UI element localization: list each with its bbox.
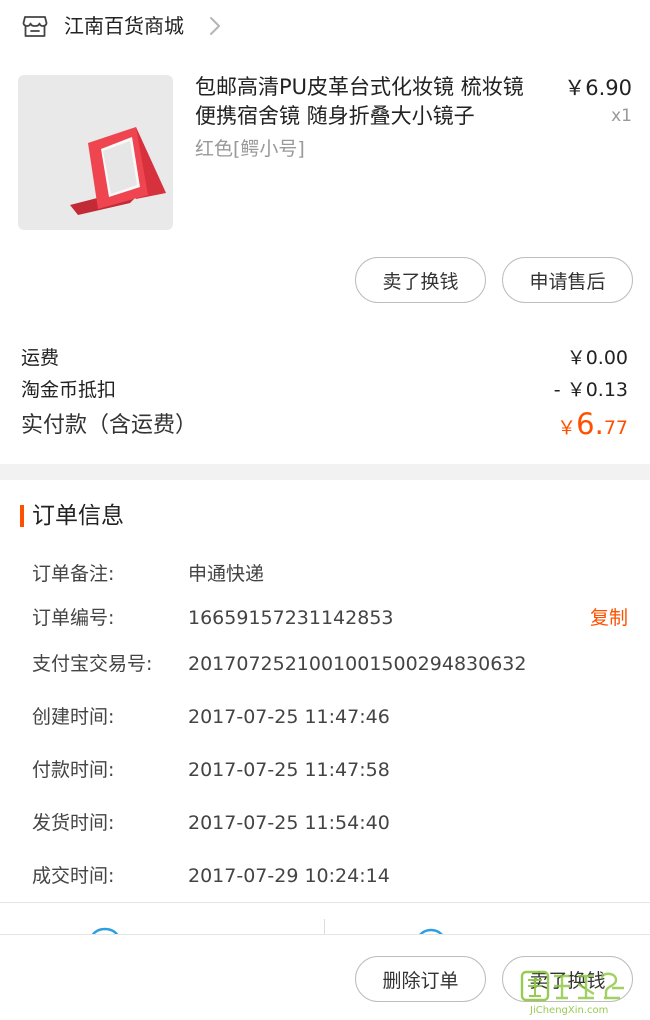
sell-for-cash-button[interactable]: 卖了换钱 — [355, 257, 486, 303]
product-sku: 红色[鳄小号] — [195, 138, 305, 160]
completed-time-value: 2017-07-29 10:24:14 — [188, 865, 390, 887]
store-header[interactable]: 江南百货商城 — [0, 0, 650, 52]
mirror-image — [70, 127, 166, 215]
chevron-right-icon[interactable] — [208, 15, 222, 37]
order-note-label: 订单备注: — [32, 563, 115, 585]
amount-paid-currency: ￥ — [557, 417, 577, 439]
shipping-label: 运费 — [21, 347, 60, 369]
alipay-trade-no-label: 支付宝交易号: — [32, 653, 153, 675]
created-time-label: 创建时间: — [32, 706, 115, 728]
site-watermark-logo: JiChengXin.com — [520, 970, 624, 1016]
payment-time-label: 付款时间: — [32, 759, 115, 781]
product-quantity: x1 — [611, 106, 632, 126]
product-price: ￥6.90 — [564, 76, 632, 100]
created-time-value: 2017-07-25 11:47:46 — [188, 706, 390, 728]
completed-time-label: 成交时间: — [32, 865, 115, 887]
section-divider — [0, 464, 650, 480]
contact-row[interactable] — [0, 903, 650, 935]
coin-deduction-value: - ￥0.13 — [553, 379, 628, 401]
divider — [324, 919, 325, 935]
shipped-time-label: 发货时间: — [32, 812, 115, 834]
store-icon — [22, 16, 48, 37]
coin-deduction-label: 淘金币抵扣 — [21, 379, 117, 401]
amount-paid-integer: 6. — [576, 407, 604, 441]
shipping-value: ￥0.00 — [566, 347, 628, 369]
payment-time-value: 2017-07-25 11:47:58 — [188, 759, 390, 781]
order-note-value: 申通快递 — [188, 563, 265, 585]
store-name[interactable]: 江南百货商城 — [64, 12, 184, 40]
order-number-label: 订单编号: — [32, 607, 115, 629]
shipped-time-value: 2017-07-25 11:54:40 — [188, 812, 390, 834]
amount-paid-value: ￥6.77 — [557, 406, 628, 447]
section-accent-bar — [20, 505, 24, 527]
svg-text:JiChengXin.com: JiChengXin.com — [529, 1005, 608, 1016]
product-image[interactable] — [18, 75, 173, 230]
request-aftersale-button[interactable]: 申请售后 — [502, 257, 633, 303]
delete-order-button[interactable]: 删除订单 — [355, 956, 486, 1002]
product-title[interactable]: 包邮高清PU皮革台式化妆镜 梳妆镜便携宿舍镜 随身折叠大小镜子 — [195, 73, 540, 131]
amount-paid-label: 实付款（含运费） — [21, 413, 198, 438]
order-number-value: 16659157231142853 — [188, 607, 394, 629]
copy-order-number-button[interactable]: 复制 — [590, 605, 628, 631]
alipay-trade-no-value: 2017072521001001500294830632 — [188, 653, 527, 675]
order-info-title: 订单信息 — [32, 503, 124, 529]
amount-paid-decimal: 77 — [603, 417, 628, 439]
